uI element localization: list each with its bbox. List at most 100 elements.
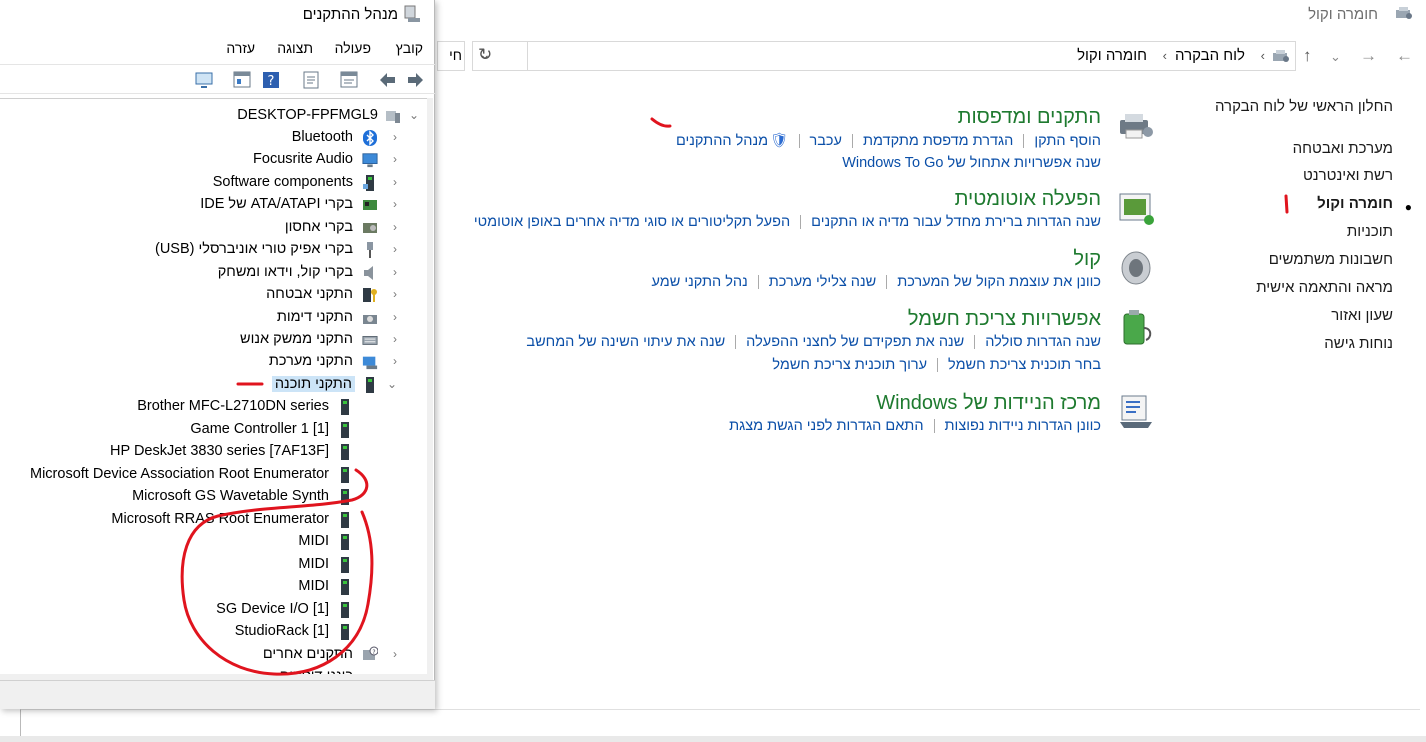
link-presentation-settings[interactable]: התאם הגדרות לפני הגשת מצגת	[729, 418, 923, 434]
tree-child-studiorack[interactable]: StudioRack [1]	[0, 621, 433, 643]
link-autoplay-cds[interactable]: הפעל תקליטורים או סוגי מדיה אחרים באופן …	[474, 214, 790, 230]
tree-child-ms-gs-wavetable[interactable]: Microsoft GS Wavetable Synth	[0, 486, 433, 508]
chevron-right-icon[interactable]: ‹	[393, 197, 397, 211]
link-power-buttons[interactable]: שנה את תפקידם של לחצני ההפעלה	[746, 334, 964, 350]
link-system-sounds[interactable]: שנה צלילי מערכת	[769, 274, 876, 290]
breadcrumb-control-panel[interactable]: לוח הבקרה	[1175, 47, 1245, 64]
software-device-icon	[341, 579, 349, 595]
link-device-manager[interactable]: מנהל ההתקנים	[676, 133, 768, 149]
svg-text:?: ?	[372, 649, 375, 656]
tree-item-sound-video-game[interactable]: ‹ בקרי קול, וידאו ומשחק	[0, 262, 433, 284]
link-advanced-printer-setup[interactable]: הגדרת מדפסת מתקדמת	[863, 133, 1013, 149]
tree-child-midi[interactable]: MIDI	[0, 554, 433, 576]
chevron-right-icon[interactable]: ‹	[393, 332, 397, 346]
category-title[interactable]: אפשרויות צריכת חשמל	[908, 308, 1101, 331]
sidebar-item-programs[interactable]: תוכניות	[1347, 223, 1393, 240]
address-bar[interactable]: › לוח הבקרה › חומרה וקול ⌄	[472, 41, 1296, 71]
back-arrow-icon[interactable]	[377, 69, 399, 91]
menu-help[interactable]: עזרה	[226, 40, 255, 56]
device-tree: ⌄ DESKTOP-FPFMGL9 ‹ Bluetooth ‹ Focusrit…	[0, 98, 433, 678]
breadcrumb-hardware-sound[interactable]: חומרה וקול	[1077, 47, 1147, 64]
forward-arrow-icon[interactable]: →	[1360, 46, 1377, 66]
tree-child-midi[interactable]: MIDI	[0, 576, 433, 598]
category-title[interactable]: התקנים ומדפסות	[958, 106, 1101, 129]
details-icon[interactable]	[300, 69, 322, 91]
link-default-media-settings[interactable]: שנה הגדרות ברירת מחדל עבור מדיה או התקני…	[811, 214, 1101, 230]
help-icon[interactable]: ?	[260, 69, 282, 91]
category-title[interactable]: מרכז הניידות של Windows	[876, 392, 1101, 415]
tree-child-hp-deskjet[interactable]: HP DeskJet 3830 series [7AF13F]	[0, 441, 433, 463]
tree-child-brother[interactable]: Brother MFC-L2710DN series	[0, 396, 433, 418]
sidebar-item-network[interactable]: רשת ואינטרנט	[1303, 167, 1393, 184]
menu-file[interactable]: קובץ	[396, 40, 423, 56]
tree-item-imaging-devices[interactable]: ‹ התקני דימות	[0, 307, 433, 329]
tree-child-ms-rras[interactable]: Microsoft RRAS Root Enumerator	[0, 509, 433, 531]
back-arrow-icon[interactable]: ←	[1396, 46, 1413, 66]
tree-item-security-devices[interactable]: ‹ התקני אבטחה	[0, 284, 433, 306]
link-sleep-timing[interactable]: שנה את עיתוי השינה של המחשב	[526, 334, 725, 350]
chevron-right-icon[interactable]: ‹	[393, 242, 397, 256]
view-icon[interactable]	[231, 69, 253, 91]
chevron-right-icon[interactable]: ‹	[393, 287, 397, 301]
sidebar-item-clock-region[interactable]: שעון ואזור	[1331, 307, 1393, 324]
link-choose-power-plan[interactable]: בחר תוכנית צריכת חשמל	[948, 357, 1101, 373]
chevron-right-icon[interactable]: ‹	[393, 175, 397, 189]
search-input[interactable]: חי	[437, 41, 465, 71]
tree-child-ms-device-association[interactable]: Microsoft Device Association Root Enumer…	[0, 464, 433, 486]
sidebar-item-hardware-sound[interactable]: חומרה וקול	[1317, 195, 1393, 212]
link-manage-audio-devices[interactable]: נהל התקני שמע	[651, 274, 747, 290]
tree-item-other-devices[interactable]: ‹ ? התקנים אחרים	[0, 644, 433, 666]
tree-item-ide-ata[interactable]: ‹ בקרי ATA/ATAPI של IDE	[0, 194, 433, 216]
link-adjust-volume[interactable]: כוונן את עוצמת הקול של המערכת	[897, 274, 1101, 290]
recent-chevron-icon[interactable]: ⌄	[1330, 49, 1341, 65]
tree-child-game-controller[interactable]: Game Controller 1 [1]	[0, 419, 433, 441]
software-device-icon	[341, 534, 349, 550]
vertical-scrollbar[interactable]	[427, 98, 433, 678]
sidebar-item-appearance[interactable]: מראה והתאמה אישית	[1256, 279, 1393, 296]
breadcrumb-chevron-icon[interactable]: ›	[1163, 48, 1167, 63]
tree-item-software-components[interactable]: ‹ Software components	[0, 172, 433, 194]
category-title[interactable]: הפעלה אוטומטית	[955, 188, 1101, 211]
properties-icon[interactable]	[338, 69, 360, 91]
tree-item-focusrite-audio[interactable]: ‹ Focusrite Audio	[0, 149, 433, 171]
link-battery-settings[interactable]: שנה הגדרות סוללה	[985, 334, 1101, 350]
chevron-down-icon[interactable]: ⌄	[409, 108, 419, 122]
chevron-right-icon[interactable]: ‹	[393, 130, 397, 144]
link-windows-to-go[interactable]: שנה אפשרויות אתחול של Windows To Go	[842, 155, 1101, 171]
divider	[852, 134, 853, 149]
chevron-right-icon[interactable]: ‹	[393, 647, 397, 661]
menu-view[interactable]: תצוגה	[277, 40, 313, 56]
link-mouse[interactable]: עכבר	[810, 133, 842, 149]
chevron-right-icon[interactable]: ‹	[393, 310, 397, 324]
svg-text:?: ?	[268, 74, 275, 89]
category-title[interactable]: קול	[1073, 248, 1101, 271]
link-edit-power-plan[interactable]: ערוך תוכנית צריכת חשמל	[772, 357, 927, 373]
chevron-down-icon[interactable]: ⌄	[387, 377, 397, 391]
sidebar-item-home[interactable]: החלון הראשי של לוח הבקרה	[1215, 98, 1393, 115]
forward-arrow-icon[interactable]	[404, 69, 426, 91]
chevron-right-icon[interactable]: ‹	[393, 152, 397, 166]
tree-child-midi[interactable]: MIDI	[0, 531, 433, 553]
link-mobility-settings[interactable]: כוונן הגדרות ניידות נפוצות	[945, 418, 1101, 434]
tree-item-bluetooth[interactable]: ‹ Bluetooth	[0, 127, 433, 149]
menu-action[interactable]: פעולה	[335, 40, 371, 56]
scan-hardware-icon[interactable]	[193, 69, 215, 91]
tree-root[interactable]: ⌄ DESKTOP-FPFMGL9	[0, 105, 433, 127]
up-arrow-icon[interactable]: ↑	[1303, 46, 1312, 66]
tree-item-usb-controllers[interactable]: ‹ בקרי אפיק טורי אוניברסלי (USB)	[0, 239, 433, 261]
sidebar-item-ease-of-access[interactable]: נוחות גישה	[1324, 335, 1393, 352]
refresh-button[interactable]: ↻	[472, 41, 528, 71]
chevron-right-icon[interactable]: ‹	[393, 354, 397, 368]
software-component-icon	[363, 175, 374, 191]
chevron-right-icon[interactable]: ‹	[393, 220, 397, 234]
tree-child-sg-device-io[interactable]: SG Device I/O [1]	[0, 599, 433, 621]
tree-item-storage-controllers[interactable]: ‹ בקרי אחסון	[0, 217, 433, 239]
tree-item-system-devices[interactable]: ‹ התקני מערכת	[0, 351, 433, 373]
sidebar-item-system-security[interactable]: מערכת ואבטחה	[1293, 140, 1393, 157]
link-add-device[interactable]: הוסף התקן	[1034, 133, 1101, 149]
tree-item-human-interface[interactable]: ‹ התקני ממשק אנוש	[0, 329, 433, 351]
breadcrumb-chevron-icon[interactable]: ›	[1261, 48, 1265, 63]
sidebar-item-user-accounts[interactable]: חשבונות משתמשים	[1269, 251, 1393, 268]
tree-item-software-devices[interactable]: ⌄ התקני תוכנה	[0, 374, 433, 396]
chevron-right-icon[interactable]: ‹	[393, 265, 397, 279]
